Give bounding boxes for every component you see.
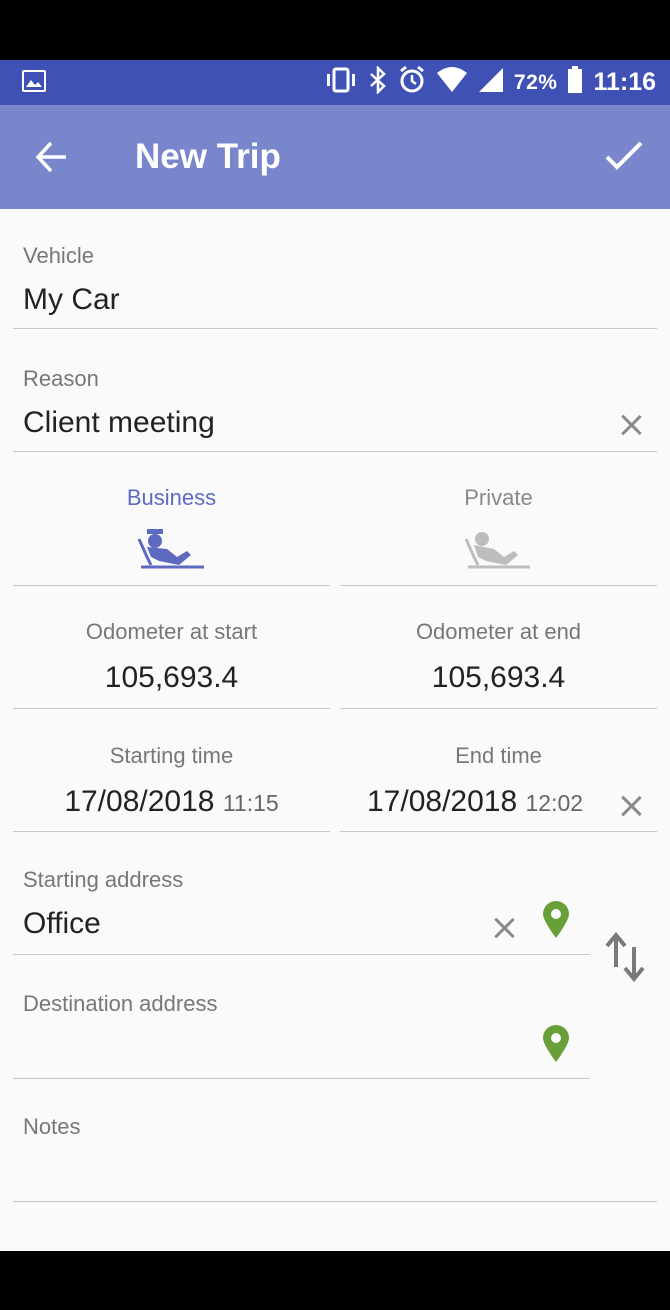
battery-icon xyxy=(567,66,583,99)
start-time-value: 17/08/2018 11:15 xyxy=(13,785,330,819)
private-label: Private xyxy=(464,485,533,510)
battery-percent: 72% xyxy=(513,70,558,94)
save-check-icon[interactable] xyxy=(604,141,644,173)
vehicle-field[interactable]: Vehicle My Car xyxy=(13,239,657,329)
gallery-icon xyxy=(22,70,46,92)
private-toggle[interactable]: Private xyxy=(340,479,657,586)
odometer-end-label: Odometer at end xyxy=(415,619,582,644)
starting-address-value: Office xyxy=(23,907,101,940)
vibrate-icon xyxy=(324,67,358,98)
start-clock-time: 11:15 xyxy=(222,790,279,816)
reason-value: Client meeting xyxy=(23,406,215,439)
vehicle-value: My Car xyxy=(23,283,120,316)
signal-icon xyxy=(478,67,504,98)
clock: 11:16 xyxy=(593,68,656,96)
private-person-icon xyxy=(464,529,532,574)
reason-field[interactable]: Reason Client meeting xyxy=(13,362,657,452)
destination-address-field[interactable]: Destination address xyxy=(13,985,590,1079)
start-time-field[interactable]: Starting time 17/08/2018 11:15 xyxy=(13,737,330,832)
destination-address-pin-icon[interactable] xyxy=(542,1025,570,1063)
business-label: Business xyxy=(126,485,217,510)
destination-address-label: Destination address xyxy=(23,991,218,1016)
end-time-value: 17/08/2018 12:02 xyxy=(367,785,583,819)
reason-clear-icon[interactable] xyxy=(620,414,642,436)
bottom-black-bar xyxy=(0,1251,670,1310)
end-clock-time: 12:02 xyxy=(525,790,584,816)
business-person-icon xyxy=(137,527,205,574)
end-date: 17/08/2018 xyxy=(367,785,518,818)
starting-address-pin-icon[interactable] xyxy=(542,901,570,939)
trip-form: Vehicle My Car Reason Client meeting Bus… xyxy=(0,209,670,1251)
end-time-field[interactable]: End time 17/08/2018 12:02 xyxy=(340,737,657,832)
odometer-start-label: Odometer at start xyxy=(85,619,258,644)
odometer-start-field[interactable]: Odometer at start 105,693.4 xyxy=(13,613,330,709)
status-icons: 72% 11:16 xyxy=(324,60,656,105)
top-black-bar xyxy=(0,0,670,60)
reason-label: Reason xyxy=(23,366,99,391)
notes-label: Notes xyxy=(23,1114,81,1139)
vehicle-label: Vehicle xyxy=(23,243,94,268)
app-bar: New Trip xyxy=(0,105,670,209)
wifi-icon xyxy=(436,67,468,98)
bluetooth-icon xyxy=(368,64,388,99)
start-date: 17/08/2018 xyxy=(64,785,215,818)
swap-addresses-icon[interactable] xyxy=(604,931,646,983)
end-time-clear-icon[interactable] xyxy=(620,795,642,817)
back-arrow-icon[interactable] xyxy=(34,139,70,175)
starting-address-clear-icon[interactable] xyxy=(493,917,515,939)
start-time-label: Starting time xyxy=(109,743,234,768)
odometer-start-value: 105,693.4 xyxy=(104,661,239,694)
notes-field[interactable]: Notes xyxy=(13,1109,657,1202)
starting-address-label: Starting address xyxy=(23,867,184,892)
end-time-label: End time xyxy=(455,743,542,768)
alarm-icon xyxy=(398,65,426,99)
odometer-end-value: 105,693.4 xyxy=(431,661,566,694)
page-title: New Trip xyxy=(135,137,281,176)
business-toggle[interactable]: Business xyxy=(13,479,330,586)
odometer-end-field[interactable]: Odometer at end 105,693.4 xyxy=(340,613,657,709)
status-bar: 72% 11:16 xyxy=(0,60,670,105)
starting-address-field[interactable]: Starting address Office xyxy=(13,861,590,955)
